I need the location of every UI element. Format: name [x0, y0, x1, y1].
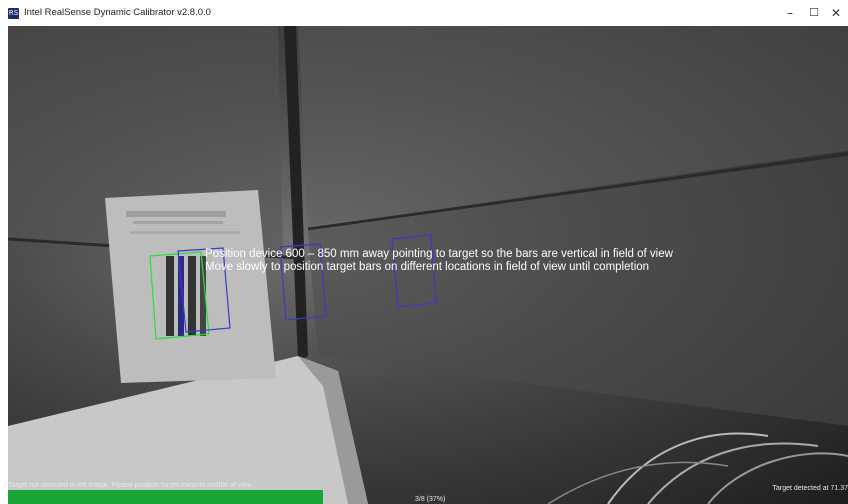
progress-fill: [8, 490, 323, 504]
close-button[interactable]: ✕: [824, 0, 848, 26]
camera-feed: Position device 600 – 850 mm away pointi…: [8, 26, 848, 504]
app-window: RS Intel RealSense Dynamic Calibrator v2…: [0, 0, 848, 504]
target-sheet-text: [133, 221, 223, 224]
target-sheet-text: [126, 211, 226, 217]
left-image-status: Target not detected in left image. Pleas…: [8, 482, 252, 489]
instruction-line-1: Position device 600 – 850 mm away pointi…: [205, 248, 673, 260]
progress-label: 3/8 (37%): [415, 496, 446, 503]
calibration-instructions: Position device 600 – 850 mm away pointi…: [205, 248, 673, 274]
minimize-button[interactable]: –: [778, 0, 802, 26]
instruction-line-2: Move slowly to position target bars on d…: [205, 261, 650, 273]
target-sheet-text: [130, 231, 240, 234]
window-title: Intel RealSense Dynamic Calibrator v2.8.…: [24, 7, 211, 18]
app-logo-icon: RS: [8, 8, 19, 19]
maximize-button[interactable]: ☐: [802, 0, 826, 26]
target-bar: [166, 256, 174, 336]
title-bar[interactable]: RS Intel RealSense Dynamic Calibrator v2…: [0, 0, 848, 26]
target-bar: [178, 256, 184, 336]
target-bar: [188, 256, 196, 336]
